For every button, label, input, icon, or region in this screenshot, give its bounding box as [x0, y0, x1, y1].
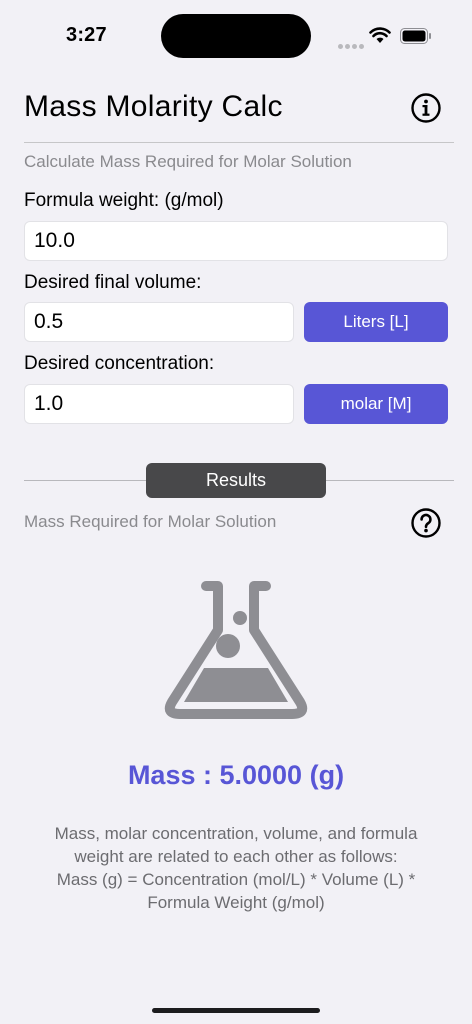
explanation-text: Mass, molar concentration, volume, and f… [20, 822, 452, 914]
question-icon [411, 508, 441, 538]
volume-label: Desired final volume: [24, 272, 202, 293]
cellular-signal-icon [338, 36, 366, 54]
concentration-label: Desired concentration: [24, 353, 215, 374]
mass-result: Mass : 5.0000 (g) [0, 760, 472, 791]
mass-value: 5.0000 [219, 760, 303, 790]
results-subtitle: Mass Required for Molar Solution [24, 512, 277, 531]
info-button[interactable] [410, 92, 442, 124]
flask-icon [164, 581, 308, 719]
explanation-line: Mass (g) = Concentration (mol/L) * Volum… [56, 870, 416, 889]
battery-icon [400, 28, 431, 44]
status-time: 3:27 [66, 24, 107, 46]
explanation-line: Formula Weight (g/mol) [147, 893, 325, 912]
volume-unit-button[interactable]: Liters [L] [304, 302, 448, 342]
formula-weight-input[interactable] [24, 221, 448, 261]
explanation-line: weight are related to each other as foll… [74, 847, 398, 866]
form-subtitle: Calculate Mass Required for Molar Soluti… [24, 152, 352, 171]
concentration-unit-button[interactable]: molar [M] [304, 384, 448, 424]
dynamic-island [161, 14, 311, 58]
mass-label: Mass : [127, 760, 220, 790]
page-title: Mass Molarity Calc [24, 90, 283, 123]
mass-unit: (g) [302, 760, 345, 790]
volume-input[interactable] [24, 302, 294, 342]
info-icon [411, 93, 441, 123]
wifi-icon [369, 27, 391, 43]
home-indicator [152, 1008, 320, 1013]
concentration-input[interactable] [24, 384, 294, 424]
results-badge: Results [146, 463, 326, 498]
explanation-line: Mass, molar concentration, volume, and f… [54, 824, 418, 843]
help-button[interactable] [410, 507, 442, 539]
formula-weight-label: Formula weight: (g/mol) [24, 190, 224, 211]
header-divider [24, 142, 454, 143]
status-bar: 3:27 [0, 0, 472, 70]
